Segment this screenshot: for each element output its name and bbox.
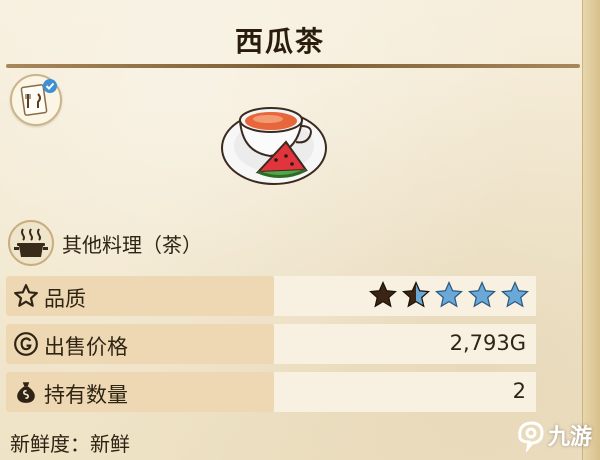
watermelon-tea-cup-icon: [218, 90, 338, 190]
quality-stars: [368, 280, 530, 310]
gold-coin-g-icon: [12, 330, 40, 358]
owned-label: 持有数量: [44, 383, 128, 407]
owned-row: 持有数量 2: [6, 372, 536, 412]
star-full: [368, 280, 398, 308]
value-band: [274, 372, 536, 412]
star-half: [401, 280, 431, 308]
quality-row: 品质: [6, 276, 536, 316]
star-empty: [434, 280, 464, 308]
price-label: 出售价格: [44, 335, 128, 359]
price-value: 2,793G: [449, 331, 526, 355]
star-outline-icon: [12, 282, 40, 310]
money-bag-icon: [12, 378, 40, 406]
dish-category: 其他料理（茶）: [8, 220, 568, 266]
owned-value: 2: [512, 379, 526, 403]
freshness-label: 新鲜度：: [10, 432, 90, 456]
watermark: 九游: [514, 418, 592, 452]
page-edge: [582, 0, 600, 460]
title-divider: [6, 64, 580, 68]
jiuyou-logo-icon: [518, 421, 544, 452]
freshness-line: 新鲜度： 新鲜: [10, 428, 130, 457]
quality-label: 品质: [44, 287, 86, 311]
price-row: 出售价格 2,793G: [6, 324, 536, 364]
category-label: 其他料理（茶）: [62, 232, 202, 257]
recipe-card-check-icon[interactable]: [10, 74, 62, 126]
freshness-value: 新鲜: [90, 432, 130, 456]
star-empty: [467, 280, 497, 308]
watermark-text: 九游: [547, 425, 592, 450]
star-empty: [500, 280, 530, 308]
cooking-pot-icon: [8, 220, 54, 266]
dish-title: 西瓜茶: [234, 25, 325, 58]
